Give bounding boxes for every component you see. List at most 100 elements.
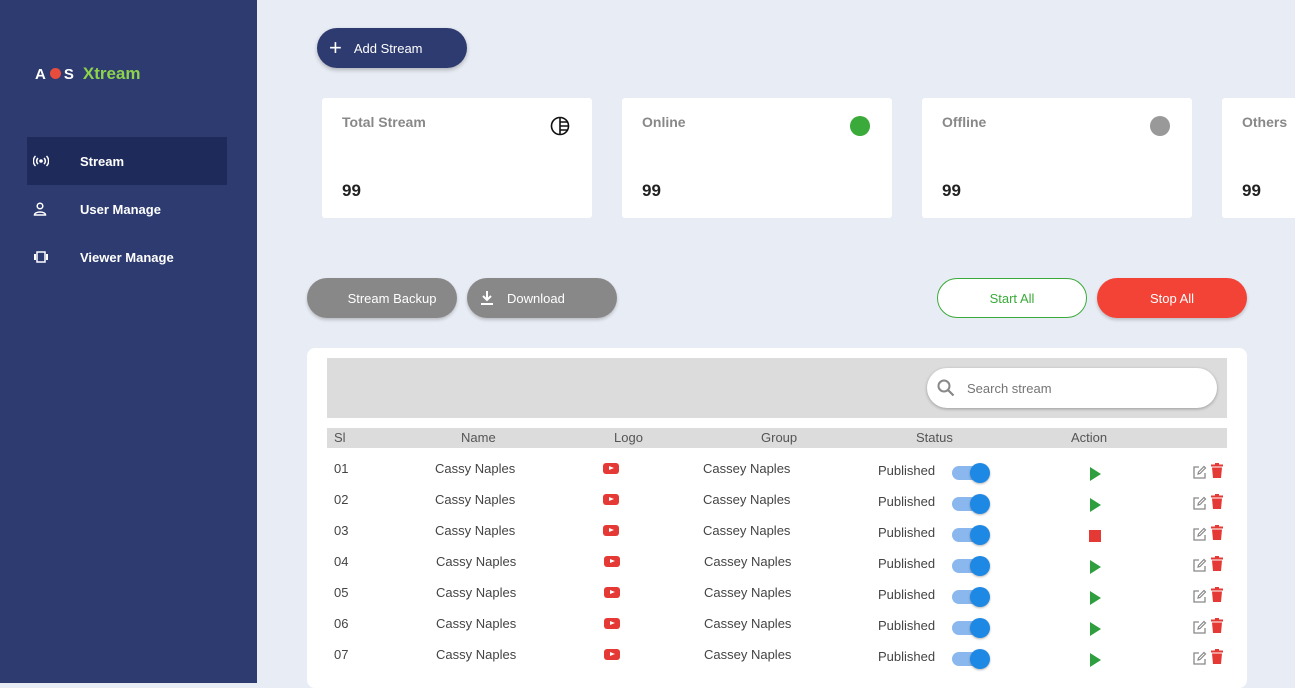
row-group: Cassey Naples — [704, 585, 792, 600]
delete-icon[interactable] — [1211, 649, 1223, 664]
stat-title: Online — [642, 114, 686, 130]
add-stream-button[interactable]: + Add Stream — [317, 28, 467, 68]
sidebar-item-label: Stream — [80, 153, 125, 169]
stream-backup-button[interactable]: Stream Backup — [307, 278, 457, 318]
status-toggle[interactable] — [952, 618, 990, 638]
row-sl: 02 — [334, 492, 349, 507]
status-toggle[interactable] — [952, 587, 990, 607]
sidebar-item-label: Viewer Manage — [80, 249, 174, 265]
stop-all-button[interactable]: Stop All — [1097, 278, 1247, 318]
delete-icon[interactable] — [1211, 494, 1223, 509]
youtube-logo-icon — [604, 618, 620, 629]
youtube-logo-icon — [603, 525, 619, 536]
download-button[interactable]: Download — [467, 278, 617, 318]
column-header-sl: Sl — [334, 430, 346, 445]
edit-icon[interactable] — [1192, 558, 1207, 573]
row-name: Cassy Naples — [436, 616, 517, 631]
row-group: Cassey Naples — [703, 461, 791, 476]
row-status: Published — [878, 587, 936, 602]
row-sl: 06 — [334, 616, 349, 631]
table-header: Sl Name Logo Group Status Action — [327, 428, 1227, 448]
play-icon[interactable] — [1090, 591, 1101, 605]
edit-icon[interactable] — [1192, 589, 1207, 604]
status-toggle[interactable] — [952, 525, 990, 545]
row-name: Cassy Naples — [436, 554, 517, 569]
row-name: Cassy Naples — [435, 492, 516, 507]
sidebar-item-label: User Manage — [80, 201, 161, 217]
logo-letter-s: S — [63, 65, 75, 83]
table-toolbar — [327, 358, 1227, 418]
table-row: 06 Cassy Naples Cassey Naples Published — [327, 613, 1227, 644]
stat-value: 99 — [642, 181, 661, 200]
row-group: Cassey Naples — [704, 616, 792, 631]
play-icon[interactable] — [1090, 498, 1101, 512]
delete-icon[interactable] — [1211, 463, 1223, 478]
sidebar-item-stream[interactable]: Stream — [27, 137, 227, 185]
edit-icon[interactable] — [1192, 620, 1207, 635]
search-input[interactable] — [965, 379, 1199, 397]
row-status: Published — [878, 556, 936, 571]
start-all-button[interactable]: Start All — [937, 278, 1087, 318]
row-status: Published — [878, 494, 936, 509]
row-group: Cassey Naples — [703, 492, 791, 507]
edit-icon[interactable] — [1192, 527, 1207, 542]
row-status: Published — [878, 649, 936, 664]
status-toggle[interactable] — [952, 463, 990, 483]
download-icon — [479, 290, 495, 306]
row-sl: 03 — [334, 523, 349, 538]
offline-indicator-icon — [1150, 116, 1170, 136]
row-sl: 04 — [334, 554, 349, 569]
pie-chart-icon — [550, 116, 570, 136]
delete-icon[interactable] — [1211, 525, 1223, 540]
plus-icon: + — [329, 35, 342, 60]
edit-icon[interactable] — [1192, 496, 1207, 511]
row-name: Cassy Naples — [436, 647, 517, 662]
delete-icon[interactable] — [1211, 556, 1223, 571]
viewer-icon — [33, 251, 61, 263]
logo-name: Xtream — [82, 64, 141, 83]
search-box[interactable] — [927, 368, 1217, 408]
table-row: 07 Cassy Naples Cassey Naples Published — [327, 644, 1227, 675]
table-row: 02 Cassy Naples Cassey Naples Published — [327, 489, 1227, 520]
row-group: Cassey Naples — [704, 554, 792, 569]
stat-value: 99 — [942, 181, 961, 200]
row-sl: 07 — [334, 647, 349, 662]
status-toggle[interactable] — [952, 556, 990, 576]
youtube-logo-icon — [604, 649, 620, 660]
row-name: Cassy Naples — [435, 461, 516, 476]
row-sl: 01 — [334, 461, 349, 476]
column-header-action: Action — [1071, 430, 1108, 445]
stop-icon[interactable] — [1089, 530, 1101, 542]
row-status: Published — [878, 618, 936, 633]
online-indicator-icon — [850, 116, 870, 136]
row-group: Cassey Naples — [703, 523, 791, 538]
delete-icon[interactable] — [1211, 618, 1223, 633]
play-icon[interactable] — [1090, 622, 1101, 636]
column-header-logo: Logo — [614, 430, 643, 445]
status-toggle[interactable] — [952, 649, 990, 669]
table-row: 05 Cassy Naples Cassey Naples Published — [327, 582, 1227, 613]
column-header-group: Group — [761, 430, 798, 445]
edit-icon[interactable] — [1192, 651, 1207, 666]
logo-dot-icon — [49, 67, 61, 79]
delete-icon[interactable] — [1211, 587, 1223, 602]
play-icon[interactable] — [1090, 560, 1101, 574]
stat-card-total: Total Stream 99 — [322, 98, 592, 218]
stat-card-others: Others 99 — [1222, 98, 1295, 218]
edit-icon[interactable] — [1192, 465, 1207, 480]
row-name: Cassy Naples — [436, 585, 517, 600]
table-row: 03 Cassy Naples Cassey Naples Published — [327, 520, 1227, 551]
sidebar-item-user-manage[interactable]: User Manage — [27, 185, 227, 233]
stream-table-panel: Sl Name Logo Group Status Action 01 Cassy… — [307, 348, 1247, 688]
play-icon[interactable] — [1090, 653, 1101, 667]
youtube-logo-icon — [603, 463, 619, 474]
app-logo[interactable]: A S Xtream — [35, 64, 141, 84]
broadcast-icon — [33, 155, 61, 167]
column-header-name: Name — [461, 430, 496, 445]
sidebar-item-viewer-manage[interactable]: Viewer Manage — [27, 233, 227, 281]
row-name: Cassy Naples — [435, 523, 516, 538]
logo-letter-a: A — [35, 65, 47, 83]
row-sl: 05 — [334, 585, 349, 600]
play-icon[interactable] — [1090, 467, 1101, 481]
status-toggle[interactable] — [952, 494, 990, 514]
